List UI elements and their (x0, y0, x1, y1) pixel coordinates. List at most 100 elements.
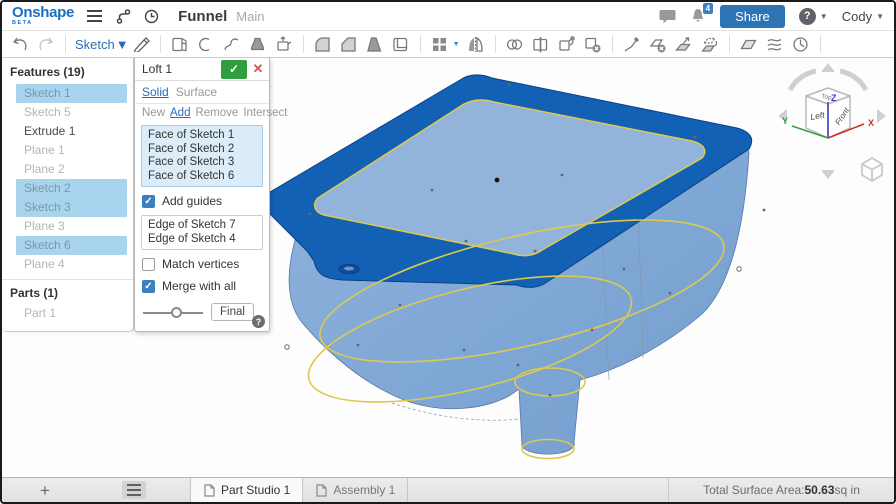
toolbar-divider (65, 35, 66, 53)
hamburger-menu-icon[interactable] (87, 9, 103, 23)
feature-list-item[interactable]: Sketch 3 (16, 198, 127, 217)
feature-list-item[interactable]: Plane 4 (16, 255, 127, 274)
curve-icon[interactable] (765, 35, 785, 54)
cancel-button[interactable]: ✕ (247, 61, 269, 77)
delete-part-icon[interactable] (583, 35, 603, 54)
status-prefix: Total Surface Area: (703, 483, 804, 497)
part-list-item[interactable]: Part 1 (16, 304, 127, 323)
chevron-down-icon[interactable]: ▼ (453, 41, 460, 48)
tab-list-icon[interactable] (122, 481, 146, 499)
profile-item[interactable]: Face of Sketch 6 (148, 170, 256, 184)
workspace-name: Main (236, 9, 264, 24)
linear-pattern-icon[interactable] (430, 35, 450, 54)
rim-hole-inner (344, 267, 354, 271)
creation-type-row: Solid Surface (135, 81, 269, 103)
boolean-mode-option[interactable]: Intersect (243, 107, 287, 119)
sweep-icon[interactable] (222, 35, 242, 54)
mirror-icon[interactable] (466, 35, 486, 54)
pencil-icon (133, 36, 151, 52)
creation-type-option[interactable]: Solid (142, 85, 169, 99)
chamfer-icon[interactable] (339, 35, 359, 54)
modify-fillet-icon[interactable] (622, 35, 642, 54)
share-button[interactable]: Share (720, 5, 785, 28)
onshape-logo[interactable]: Onshape BETA (12, 5, 74, 27)
delete-face-icon[interactable] (648, 35, 668, 54)
extrude-icon[interactable] (170, 35, 190, 54)
creation-type-option[interactable]: Surface (176, 85, 217, 99)
tab-controls: + (2, 478, 146, 502)
feature-list-item[interactable]: Sketch 1 (16, 84, 127, 103)
feature-label: Sketch 5 (24, 105, 71, 119)
user-menu[interactable]: Cody ▼ (842, 9, 884, 24)
add-guides-row: Add guides (135, 190, 269, 212)
toolbar-divider (160, 35, 161, 53)
boolean-mode-option[interactable]: Remove (195, 107, 238, 119)
triad-axes (792, 102, 864, 138)
feature-list-item[interactable]: Plane 2 (16, 160, 127, 179)
match-vertices-row: Match vertices (135, 253, 269, 275)
dialog-footer: Final (135, 297, 269, 331)
document-tabs: Part Studio 1 Assembly 1 (190, 478, 408, 502)
profile-item[interactable]: Face of Sketch 1 (148, 129, 256, 143)
feature-list-item[interactable]: Sketch 6 (16, 236, 127, 255)
fillet-icon[interactable] (313, 35, 333, 54)
versions-branch-icon[interactable] (116, 9, 131, 24)
dialog-help-icon[interactable]: ? (252, 315, 265, 328)
profile-item[interactable]: Face of Sketch 2 (148, 143, 256, 157)
feature-list-item[interactable]: Extrude 1 (16, 122, 127, 141)
match-vertices-checkbox[interactable] (142, 258, 155, 271)
help-menu[interactable]: ? ▼ (799, 8, 828, 25)
z-axis-label: Z (831, 93, 837, 103)
view-cube[interactable]: Top Left Front Z X Y (776, 62, 888, 188)
merge-with-all-label: Merge with all (162, 279, 236, 293)
helix-icon[interactable] (791, 35, 811, 54)
graphics-area: Features (19) Sketch 1 Sketch 5 Extrude … (2, 58, 894, 477)
isometric-view-icon[interactable] (862, 158, 882, 181)
notifications-bell-icon[interactable]: 4 (690, 8, 706, 24)
final-button[interactable]: Final (211, 303, 254, 321)
slider-thumb[interactable] (171, 307, 182, 318)
boolean-mode-option[interactable]: New (142, 107, 165, 119)
comments-icon[interactable] (659, 9, 676, 24)
loft-icon[interactable] (248, 35, 268, 54)
boolean-mode-option[interactable]: Add (170, 107, 190, 119)
add-tab-button[interactable]: + (40, 482, 50, 499)
undo-icon[interactable] (10, 35, 30, 54)
split-icon[interactable] (531, 35, 551, 54)
feature-list-item[interactable]: Plane 3 (16, 217, 127, 236)
shell-icon[interactable] (391, 35, 411, 54)
profile-item[interactable]: Face of Sketch 3 (148, 156, 256, 170)
logo-beta-text: BETA (12, 21, 74, 27)
user-name: Cody (842, 9, 872, 24)
guide-item[interactable]: Edge of Sketch 7 (148, 219, 256, 233)
preview-slider[interactable] (143, 307, 203, 318)
history-clock-icon[interactable] (144, 9, 159, 24)
tab-label: Assembly 1 (333, 483, 395, 497)
thicken-icon[interactable] (274, 35, 294, 54)
transform-icon[interactable] (557, 35, 577, 54)
add-guides-checkbox[interactable] (142, 195, 155, 208)
document-tab[interactable]: Part Studio 1 (190, 478, 303, 502)
sketch-button[interactable]: Sketch ▼ (75, 36, 151, 52)
plane-icon[interactable] (739, 35, 759, 54)
onshape-window: Onshape BETA Funnel Main 4 Share ? ▼ (0, 0, 896, 504)
boolean-icon[interactable] (505, 35, 525, 54)
feature-list-item[interactable]: Plane 1 (16, 141, 127, 160)
revolve-icon[interactable] (196, 35, 216, 54)
document-tab[interactable]: Assembly 1 (303, 478, 408, 502)
draft-icon[interactable] (365, 35, 385, 54)
feature-list-item[interactable]: Sketch 5 (16, 103, 127, 122)
replace-face-icon[interactable] (700, 35, 720, 54)
move-face-icon[interactable] (674, 35, 694, 54)
tab-label: Part Studio 1 (221, 483, 290, 497)
part-label: Part 1 (24, 306, 56, 320)
document-title: Funnel (178, 8, 227, 25)
feature-label: Sketch 1 (24, 86, 71, 100)
accept-button[interactable]: ✓ (221, 60, 247, 79)
toolbar-divider (729, 35, 730, 53)
redo-icon[interactable] (36, 35, 56, 54)
rotate-arrows[interactable] (790, 71, 866, 90)
merge-with-all-checkbox[interactable] (142, 280, 155, 293)
feature-list-item[interactable]: Sketch 2 (16, 179, 127, 198)
guide-item[interactable]: Edge of Sketch 4 (148, 233, 256, 247)
